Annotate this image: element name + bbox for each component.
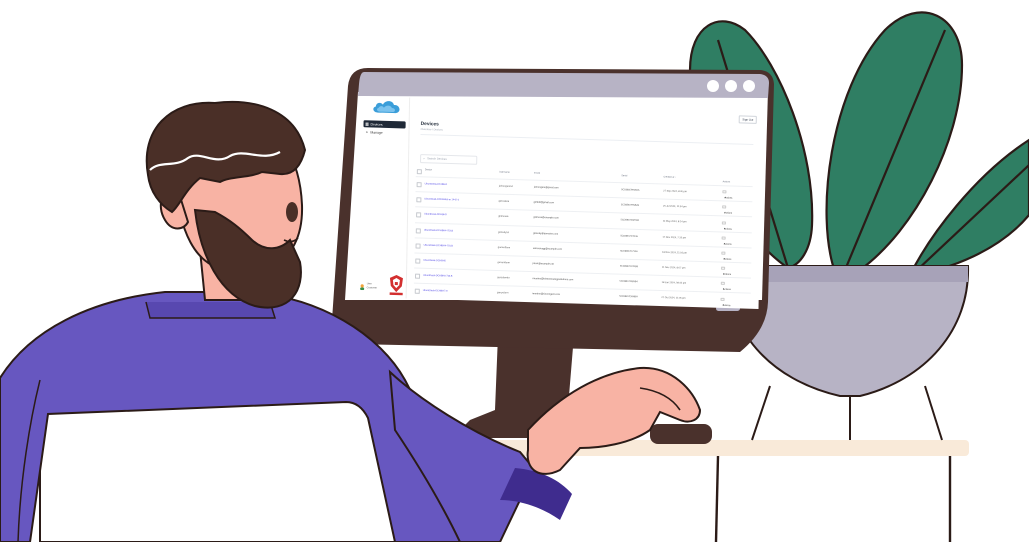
serial-cell: 5CD8B07RM7B3: [620, 218, 640, 223]
brand-shield-logo-icon: [389, 275, 403, 296]
user-role: Customer: [366, 285, 378, 290]
device-name-link[interactable]: UbuntDesk-DCHBH7-9: [423, 289, 448, 293]
select-all-checkbox[interactable]: [416, 168, 422, 175]
created-at-cell: 18 Jan 2024, 09:43 pm: [661, 281, 687, 285]
row-checkbox[interactable]: [415, 243, 421, 249]
window-button-3[interactable]: [743, 80, 755, 92]
actions-dropdown-button[interactable]: Actions ▾: [721, 251, 731, 261]
email-cell: retorrenagg@example.com: [532, 246, 562, 251]
column-header-username[interactable]: Username: [499, 172, 510, 174]
mouse[interactable]: [650, 424, 712, 444]
email-cell: girlmore@example.com: [533, 216, 559, 220]
email-cell: girlbrill@gmail.com: [533, 200, 554, 205]
chevron-down-icon: ▾: [723, 227, 726, 231]
chevron-down-icon: ▾: [723, 242, 725, 246]
created-at-cell: 27 Oct 2024, 11:05 pm: [661, 296, 686, 301]
email-cell: rmartins@sinceagent.com: [532, 292, 560, 297]
username-cell: girlcoder6: [498, 199, 510, 204]
email-cell: johnk@example.net: [532, 261, 554, 266]
username-cell: girlcody04: [498, 230, 510, 234]
device-name-link[interactable]: UbuntDesk-DCHBH4-7DLB: [424, 228, 453, 232]
actions-dropdown-button[interactable]: Actions ▾: [722, 190, 732, 200]
row-checkbox[interactable]: [416, 212, 422, 218]
actions-dropdown-button[interactable]: Actions ▾: [721, 221, 732, 230]
main-content: Sign Out Devices Overview / Devices ⌕ Sea…: [406, 97, 762, 309]
device-name-link[interactable]: UbuntDesk-DCHBH3: [424, 213, 447, 217]
actions-dropdown-button[interactable]: Actions ▾: [721, 266, 731, 276]
search-placeholder: Search Devices: [427, 156, 447, 161]
sign-out-button[interactable]: Sign Out: [738, 115, 757, 124]
created-at-cell: 27 Sep 2024, 8:40 pm: [663, 189, 687, 194]
serial-cell: 5CD8B07D9NB4: [619, 279, 638, 284]
serial-cell: 5CD8B07D7336: [620, 249, 638, 253]
chevron-down-icon: ▾: [724, 211, 726, 215]
chevron-down-icon: ▾: [724, 196, 726, 200]
email-cell: girlcody@domains.com: [533, 231, 559, 236]
column-header-device[interactable]: Device: [425, 169, 432, 171]
chair-back: [39, 394, 406, 542]
row-checkbox[interactable]: [415, 258, 421, 264]
chevron-down-icon: ▾: [723, 272, 725, 277]
serial-cell: 5CD8B07D7RB9: [619, 264, 638, 269]
device-name-link[interactable]: UbuntDesk-DCHBH1: [425, 182, 448, 186]
serial-cell: 5CD8B07D7036: [620, 234, 638, 238]
created-at-cell: 17 Nov 2024, 7:15 pm: [662, 235, 687, 240]
breadcrumb: Overview / Devices: [420, 127, 443, 132]
window-button-2[interactable]: [725, 80, 737, 92]
serial-cell: 5CD8B07RNB28: [620, 203, 640, 208]
actions-dropdown-button[interactable]: Actions ▾: [720, 297, 731, 307]
table-body: UbuntDesk-DCHBH1 johnrogers04 johnrogers…: [413, 176, 753, 309]
username-cell: garrentfarm: [497, 245, 511, 250]
row-checkbox[interactable]: [416, 197, 422, 203]
device-name-link[interactable]: UbuntDesk-DCHBH5: [423, 259, 446, 263]
actions-dropdown-button[interactable]: Actions ▾: [720, 282, 731, 291]
chevron-down-icon: ▾: [723, 257, 725, 261]
row-checkbox[interactable]: [416, 182, 422, 188]
sidebar-item-label: Manage: [370, 130, 383, 135]
actions-dropdown-button[interactable]: Actions ▾: [722, 205, 732, 215]
username-cell: garrycfarm: [496, 291, 509, 295]
created-at-cell: 25 Jul 2024, 11:54 pm: [662, 204, 687, 209]
sidebar: ▦ Devices + Manage User Customer: [357, 96, 411, 299]
devices-table: Device Username Email Serial Created at …: [413, 168, 753, 309]
device-name-link[interactable]: UbuntDesk-DCHBHtxt-m 1442-2: [424, 198, 459, 202]
created-at-cell: 18 Nov 2024, 11:16 pm: [662, 250, 687, 255]
serial-cell: 5CD8B07D9NBH: [619, 295, 638, 299]
page-title: Devices: [420, 121, 439, 128]
divider: [420, 133, 754, 145]
chevron-down-icon: ▾: [722, 288, 725, 292]
row-checkbox[interactable]: [414, 273, 421, 279]
row-checkbox[interactable]: [415, 227, 421, 234]
cloud-logo-icon: [373, 101, 400, 114]
username-cell: garryfarmbr: [497, 276, 510, 280]
row-checkbox[interactable]: [414, 288, 420, 295]
sidebar-item-label: Devices: [370, 122, 383, 127]
chevron-down-icon: ▾: [722, 303, 724, 307]
sidebar-user[interactable]: User Customer: [360, 282, 384, 295]
email-cell: johnrogers@gmail.com: [533, 185, 559, 190]
column-header-actions: Actions: [722, 181, 731, 184]
sidebar-item-devices[interactable]: ▦ Devices: [363, 120, 406, 129]
username-cell: girlmore6: [498, 215, 509, 219]
device-name-link[interactable]: UbuntDesk-DCHBH4-7DLB: [424, 243, 453, 247]
serial-cell: 5CD8B07RNB2A: [621, 188, 640, 192]
column-header-serial[interactable]: Serial: [621, 175, 627, 177]
search-input[interactable]: ⌕ Search Devices: [420, 154, 478, 165]
username-cell: garrentfarm: [497, 260, 510, 265]
eye: [286, 202, 298, 222]
device-name-link[interactable]: UbuntDesk-DCHBH6-7DLB: [423, 274, 452, 278]
column-header-created-at[interactable]: Created at ↓: [663, 176, 676, 178]
actions-dropdown-button[interactable]: Actions ▾: [721, 236, 732, 246]
created-at-cell: 11 Nov 2024, 8:07 pm: [661, 265, 686, 270]
sidebar-item-manage[interactable]: + Manage: [363, 128, 405, 136]
created-at-cell: 14 May 2024, 8:14 pm: [662, 220, 687, 224]
avatar-icon: [360, 284, 365, 291]
device-manager-app: ▦ Devices + Manage User Customer Sign Out …: [357, 96, 762, 309]
username-cell: johnrogers04: [498, 184, 513, 189]
column-header-email[interactable]: Email: [534, 173, 540, 175]
desk-legs: [714, 455, 952, 542]
window-button-1[interactable]: [707, 80, 719, 92]
email-cell: rmartins@brittonstrategysolutions.com: [532, 277, 574, 282]
